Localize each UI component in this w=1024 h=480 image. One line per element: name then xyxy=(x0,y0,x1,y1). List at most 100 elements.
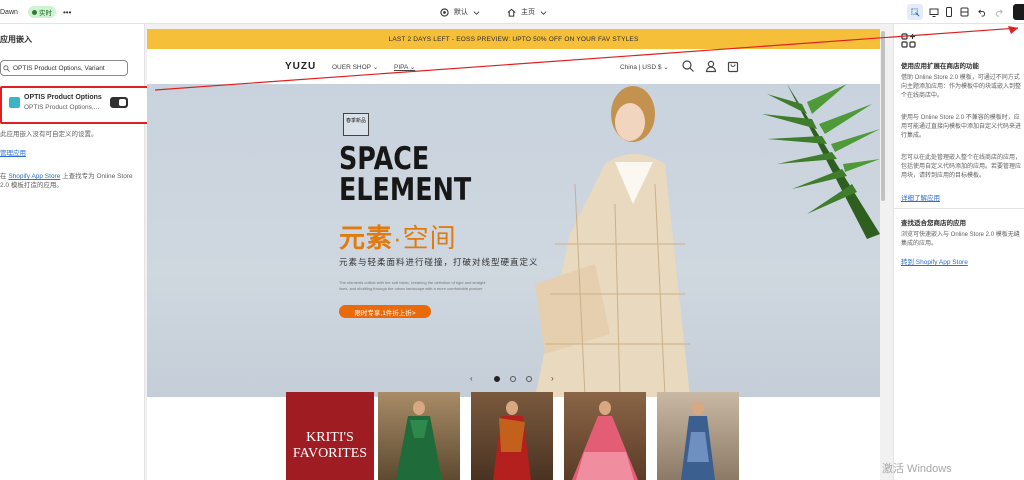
kritis-favorites-tile[interactable]: KRITI'S FAVORITES xyxy=(286,392,374,480)
inspector-button[interactable] xyxy=(907,4,923,20)
hero-cn-light: ·空间 xyxy=(393,223,457,253)
chevron-down-icon: ⌄ xyxy=(663,64,669,71)
mobile-view-button[interactable] xyxy=(941,4,957,20)
currency-label: China | USD $ xyxy=(620,64,662,71)
slide-dot-1[interactable] xyxy=(494,376,500,382)
search-value: OPTIS Product Options, Variant xyxy=(13,64,105,72)
hero-title-cn: 元素·空间 xyxy=(339,218,457,255)
search-icon xyxy=(3,64,10,72)
undo-icon xyxy=(977,8,985,17)
undo-button[interactable] xyxy=(974,4,990,20)
nav-item-shop[interactable]: OUER SHOP ⌄ xyxy=(332,63,378,71)
save-button[interactable] xyxy=(1013,4,1024,20)
left-sidebar: 应用嵌入 OPTIS Product Options, Variant OPTI… xyxy=(0,24,155,480)
redo-icon xyxy=(995,8,1003,17)
app-search-input[interactable]: OPTIS Product Options, Variant xyxy=(0,60,128,76)
product-image xyxy=(572,401,638,480)
cursor-select-icon xyxy=(910,7,919,16)
product-card[interactable] xyxy=(657,392,739,480)
divider xyxy=(894,208,1024,209)
desktop-view-button[interactable] xyxy=(926,4,942,20)
right-sidebar: 使用应用扩展在商店的功能 借助 Online Store 2.0 模板，可通过不… xyxy=(893,24,1024,480)
hero-cta-button[interactable]: 限时专享,1件折上折> xyxy=(339,305,431,318)
app-store-text: 在 Shopify App Store 上查找专为 Online Store 2… xyxy=(0,172,140,190)
app-store-line2: 2.0 模板打造的应用。 xyxy=(0,182,63,189)
app-store-link[interactable]: Shopify App Store xyxy=(8,173,60,180)
currency-selector[interactable]: China | USD $ ⌄ xyxy=(620,63,669,71)
nav-item-pipa[interactable]: PIPA ⌄ xyxy=(394,63,415,71)
editor-topbar: Dawn 实时 ••• 默认 主页 xyxy=(0,0,1024,24)
store-logo[interactable]: YUZU xyxy=(285,61,316,72)
hero-title-line2: ELEMENT xyxy=(339,172,472,208)
product-card[interactable] xyxy=(471,392,553,480)
hero-fine-print: The elements collide with the soft fabri… xyxy=(339,280,486,291)
info-paragraph-2: 使用与 Online Store 2.0 不兼容的模板时，应用可能通过直接向模板… xyxy=(901,115,1022,139)
chevron-down-icon: ⌄ xyxy=(409,64,416,71)
page-select-label: 主页 xyxy=(521,9,535,16)
live-badge: 实时 xyxy=(28,6,56,18)
new-season-stamp: 春季新品 xyxy=(343,113,369,136)
fullscreen-icon xyxy=(960,7,968,17)
store-header: YUZU OUER SHOP ⌄ PIPA ⌄ China | USD $ ⌄ xyxy=(147,49,880,84)
account-icon[interactable] xyxy=(704,59,718,73)
slide-dot-3[interactable] xyxy=(526,376,532,382)
product-image xyxy=(493,401,531,480)
template-icon xyxy=(440,7,449,17)
palm-leaf-image xyxy=(762,84,880,239)
nav-item-shop-label: OUER SHOP xyxy=(332,64,371,71)
info-paragraph-1: 借助 Online Store 2.0 模板，可通过不同方式向主题添加应用：作为… xyxy=(901,75,1022,99)
more-actions-button[interactable]: ••• xyxy=(63,0,71,24)
info-heading: 使用应用扩展在商店的功能 xyxy=(901,63,979,70)
windows-activation-watermark: 激活 Windows xyxy=(882,463,952,475)
scrollbar-thumb[interactable] xyxy=(881,31,885,201)
apps-add-icon xyxy=(901,33,916,48)
redo-button[interactable] xyxy=(990,4,1006,20)
find-apps-heading: 查找适合您商店的应用 xyxy=(901,220,966,227)
live-status: 实时 xyxy=(28,0,56,24)
product-card[interactable] xyxy=(564,392,646,480)
go-to-app-store-link[interactable]: 转到 Shopify App Store xyxy=(901,256,968,266)
live-badge-label: 实时 xyxy=(39,10,52,17)
find-apps-text: 浏览可快速嵌入与 Online Store 2.0 模板无缝集成的应用。 xyxy=(901,232,1020,247)
app-store-suffix: 上查找专为 Online Store xyxy=(62,173,133,180)
panel-title: 应用嵌入 xyxy=(0,35,32,44)
slide-dot-2[interactable] xyxy=(510,376,516,382)
hero-subtitle: 元素与轻柔面料进行碰撞，打破对线型硬直定义 xyxy=(339,257,539,267)
hero-cn-bold: 元素 xyxy=(339,223,394,253)
store-preview: LAST 2 DAYS LEFT - EOSS PREVIEW: UPTO 50… xyxy=(147,29,880,480)
app-embed-toggle[interactable] xyxy=(110,97,128,108)
announcement-bar[interactable]: LAST 2 DAYS LEFT - EOSS PREVIEW: UPTO 50… xyxy=(147,29,880,49)
app-embed-item[interactable]: OPTIS Product Options OPTIS Product Opti… xyxy=(0,86,155,124)
template-select[interactable]: 默认 xyxy=(440,0,480,24)
product-card[interactable] xyxy=(378,392,460,480)
app-embed-subtitle: OPTIS Product Options,... xyxy=(24,104,100,111)
chevron-down-icon: ⌄ xyxy=(372,64,379,71)
live-dot-icon xyxy=(32,9,37,15)
slide-next-button[interactable]: › xyxy=(551,374,554,383)
hero-title: SPACE ELEMENT xyxy=(339,144,471,206)
app-store-prefix: 在 xyxy=(0,173,7,180)
preview-scrollbar[interactable] xyxy=(880,29,886,480)
chevron-down-icon xyxy=(540,10,547,15)
no-settings-text: 此应用嵌入没有可自定义的设置。 xyxy=(0,131,98,138)
app-embed-name: OPTIS Product Options xyxy=(24,94,102,101)
fullscreen-button[interactable] xyxy=(956,4,972,20)
desktop-icon xyxy=(929,8,939,17)
template-select-label: 默认 xyxy=(454,9,468,16)
cart-icon[interactable] xyxy=(726,59,740,73)
home-icon xyxy=(507,8,516,17)
nav-item-pipa-label: PIPA xyxy=(394,64,408,71)
info-paragraph-3: 您可以在此处管理嵌入整个在线商店的应用，包括使用自定义代码添加的应用。若要管理应… xyxy=(901,155,1022,179)
product-image xyxy=(396,401,442,480)
manage-apps-link[interactable]: 管理应用 xyxy=(0,147,26,157)
chevron-down-icon xyxy=(473,10,480,15)
product-image xyxy=(681,401,715,480)
page-select[interactable]: 主页 xyxy=(507,0,547,24)
app-logo-icon xyxy=(9,97,20,108)
search-icon[interactable] xyxy=(681,59,695,73)
hero-banner[interactable]: 春季新品 SPACE ELEMENT 元素·空间 元素与轻柔面料进行碰撞，打破对线… xyxy=(147,84,880,397)
slide-prev-button[interactable]: ‹ xyxy=(470,374,473,383)
mobile-icon xyxy=(946,7,952,17)
learn-more-apps-link[interactable]: 详细了解应用 xyxy=(901,192,940,202)
theme-name[interactable]: Dawn xyxy=(0,0,18,24)
